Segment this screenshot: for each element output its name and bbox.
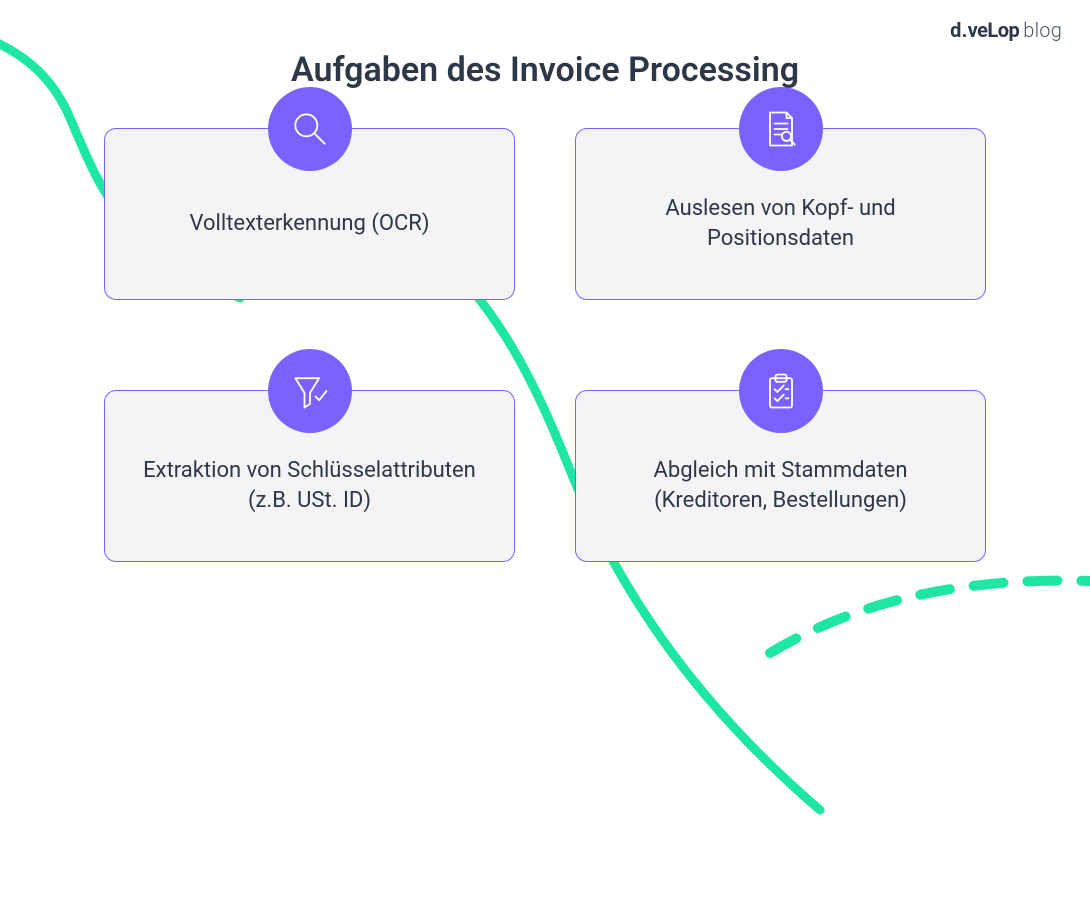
card-key-attributes: Extraktion von Schlüsselattributen (z.B.…	[104, 390, 515, 562]
brand-blog: blog	[1023, 18, 1062, 42]
card-label: Abgleich mit Stammdaten (Kreditoren, Bes…	[653, 456, 907, 515]
brand-d: d.	[950, 18, 967, 42]
card-master-data-match: Abgleich mit Stammdaten (Kreditoren, Bes…	[575, 390, 986, 562]
brand-velop: veLop	[968, 18, 1020, 42]
brand-logo: d.veLopblog	[950, 18, 1062, 42]
clipboard-check-icon	[739, 349, 823, 433]
page-title: Aufgaben des Invoice Processing	[0, 50, 1090, 90]
card-header-position-data: Auslesen von Kopf- und Positionsdaten	[575, 128, 986, 300]
document-search-icon	[739, 87, 823, 171]
magnifier-icon	[268, 87, 352, 171]
cards-grid: Volltexterkennung (OCR) Auslesen von Kop…	[104, 128, 986, 562]
card-label: Extraktion von Schlüsselattributen (z.B.…	[143, 456, 476, 515]
card-ocr: Volltexterkennung (OCR)	[104, 128, 515, 300]
card-label: Volltexterkennung (OCR)	[189, 209, 429, 239]
funnel-check-icon	[268, 349, 352, 433]
decorative-curve-3-dashed	[750, 533, 1090, 733]
card-label: Auslesen von Kopf- und Positionsdaten	[665, 194, 895, 253]
